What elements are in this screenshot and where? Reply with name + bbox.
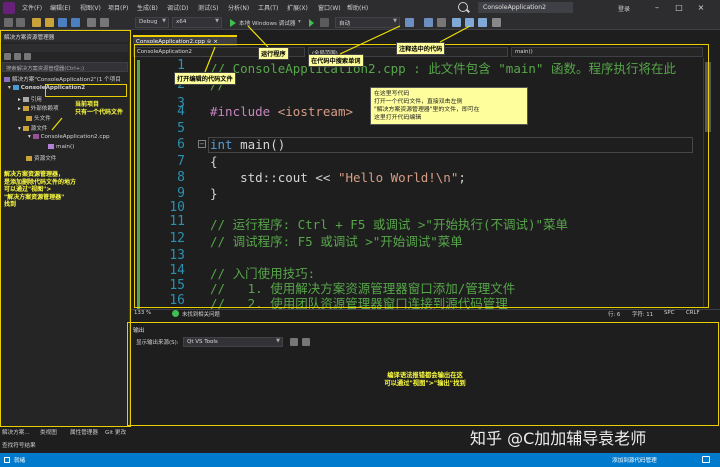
column-indicator: 字符: 11: [632, 312, 654, 318]
tab-solution-explorer[interactable]: 解决方案...: [2, 428, 30, 436]
chevron-down-icon: ▼: [393, 18, 397, 24]
window-title: ConsoleApplication2: [478, 2, 573, 13]
menu-analyze[interactable]: 分析(N): [228, 3, 249, 12]
save-all-icon[interactable]: [71, 18, 80, 27]
solution-explorer-annotation-frame: [0, 30, 131, 427]
run-button[interactable]: [230, 19, 236, 27]
tab-git-changes[interactable]: Git 更改: [105, 428, 126, 436]
search-icon[interactable]: [458, 2, 468, 12]
minimize-icon[interactable]: –: [648, 2, 666, 14]
menu-tools[interactable]: 工具(T): [258, 3, 278, 12]
notifications-icon[interactable]: [702, 456, 710, 463]
issues-status[interactable]: 未找到相关问题: [182, 310, 220, 318]
menu-view[interactable]: 视图(V): [80, 3, 101, 12]
platform-select[interactable]: x64 ▼: [172, 17, 222, 28]
open-folder-icon[interactable]: [45, 18, 54, 27]
auto-select[interactable]: 自动 ▼: [335, 17, 400, 28]
search-code-label: 在代码中搜索单词: [308, 54, 364, 67]
line-ending-indicator[interactable]: CRLF: [686, 310, 700, 316]
maximize-icon[interactable]: □: [670, 2, 688, 14]
tab-class-view[interactable]: 类视图: [40, 428, 57, 436]
menu-debug[interactable]: 调试(D): [167, 3, 188, 12]
chevron-down-icon: ▼: [162, 18, 166, 24]
redo-icon[interactable]: [100, 18, 109, 27]
open-file-label: 打开编辑的代码文件: [174, 72, 236, 85]
forward-icon[interactable]: [16, 18, 25, 27]
undo-icon[interactable]: [87, 18, 96, 27]
whitespace-indicator[interactable]: SPC: [664, 310, 674, 316]
watermark: 知乎 @C加加辅导袁老师: [470, 429, 647, 448]
no-issues-icon: [172, 310, 179, 317]
save-icon[interactable]: [58, 18, 67, 27]
auto-value: 自动: [339, 21, 351, 27]
new-item-icon[interactable]: [32, 18, 41, 27]
config-select[interactable]: Debug ▼: [135, 17, 169, 28]
line-indicator: 行: 6: [608, 312, 621, 318]
find-in-files-icon[interactable]: [405, 18, 414, 27]
menu-window[interactable]: 窗口(W): [318, 3, 341, 12]
comment-icon[interactable]: [465, 18, 474, 27]
config-value: Debug: [139, 19, 158, 25]
indent-icon[interactable]: [452, 18, 461, 27]
menu-build[interactable]: 生成(B): [137, 3, 158, 12]
close-icon[interactable]: ×: [692, 2, 710, 14]
run-button-label[interactable]: 本地 Windows 调试器: [239, 19, 296, 27]
menu-test[interactable]: 测试(S): [198, 3, 219, 12]
add-to-source-control[interactable]: 添加到源代码管理: [612, 456, 657, 464]
back-icon[interactable]: [4, 18, 13, 27]
visual-studio-logo-icon: [3, 2, 15, 14]
output-note: 编译语法报错都会输出在这 可以通过"视图">"输出"找到: [384, 372, 466, 387]
zoom-level[interactable]: 133 %: [134, 310, 151, 316]
menu-help[interactable]: 帮助(H): [347, 3, 368, 12]
toolbar-more-icon[interactable]: [492, 18, 501, 27]
menu-extensions[interactable]: 扩展(X): [287, 3, 308, 12]
comment-code-label: 注释选中的代码: [396, 42, 446, 55]
find-symbol-results[interactable]: 查找符号结果: [2, 441, 36, 449]
run-program-label: 运行程序: [258, 47, 289, 60]
login-link[interactable]: 登录: [618, 4, 630, 13]
uncomment-icon[interactable]: [478, 18, 487, 27]
run-dropdown-icon[interactable]: ▾: [298, 19, 301, 25]
format-icon[interactable]: [437, 18, 446, 27]
status-ready: 就绪: [14, 458, 26, 464]
status-icon: [4, 457, 10, 463]
write-code-note: 在这里写代码 打开一个代码文件，直接双击左侧 "解决方案资源管理器"里的文件，即…: [370, 87, 528, 125]
play-icon: [230, 19, 236, 27]
platform-value: x64: [176, 19, 187, 25]
start-without-debug-icon[interactable]: [309, 19, 314, 27]
menu-project[interactable]: 项目(P): [108, 3, 128, 12]
menu-edit[interactable]: 编辑(E): [50, 3, 70, 12]
hot-reload-icon[interactable]: [320, 18, 329, 27]
menu-file[interactable]: 文件(F): [22, 3, 42, 12]
bookmark-icon[interactable]: [424, 18, 433, 27]
chevron-down-icon: ▼: [215, 18, 219, 24]
tab-property-manager[interactable]: 属性管理器: [70, 428, 98, 436]
